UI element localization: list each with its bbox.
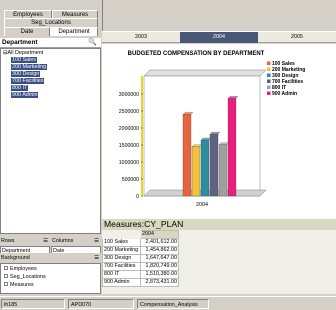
y-tick-label: 500000 xyxy=(122,177,139,183)
column-header[interactable]: 2004 xyxy=(140,230,179,239)
tab-seg-locations[interactable]: Seg_Locations xyxy=(4,18,98,27)
corner-cell xyxy=(102,230,141,239)
left-panel: Employees Measures Seg_Locations Date De… xyxy=(0,0,101,294)
columns-options-icon[interactable]: ☰ xyxy=(94,236,99,246)
tab-date[interactable]: Date xyxy=(4,27,50,36)
y-tick-label: 0 xyxy=(136,194,139,200)
year-2003[interactable]: 2003 xyxy=(102,32,180,43)
bar-800-it xyxy=(218,144,228,197)
status-report: Compensation_Analysis xyxy=(137,299,209,309)
y-tick-label: 2500000 xyxy=(119,109,139,115)
legend-swatch-200-marketing xyxy=(267,67,271,71)
tree-root[interactable]: ⊟All Department xyxy=(3,50,43,57)
background-label: Background ☰ xyxy=(0,253,101,263)
bar-900-admin xyxy=(227,98,237,197)
legend-swatch-700-facilities xyxy=(267,79,271,83)
tree-item-sales[interactable]: 100 Sales xyxy=(11,57,37,64)
rows-label: Rows ☰ xyxy=(1,236,48,246)
rows-options-icon[interactable]: ☰ xyxy=(43,236,48,246)
chart-area: BUDGETED COMPENSATION BY DEPARTMENT 30000… xyxy=(102,44,336,219)
department-tree: ⊟All Department 100 Sales 200 Marketing … xyxy=(0,48,101,234)
dimension-tabs: Employees Measures Seg_Locations Date De… xyxy=(0,0,101,37)
tree-item-it[interactable]: 800 IT xyxy=(11,85,29,92)
legend-swatch-300-design xyxy=(267,73,271,77)
y-tick-label: 2000000 xyxy=(119,126,139,132)
top-area xyxy=(102,0,336,31)
year-bar: 2003 2004 2005 xyxy=(102,31,336,43)
tree-item-marketing[interactable]: 200 Marketing xyxy=(11,64,48,71)
table-row[interactable]: 100 Sales 2,401,612.00 xyxy=(102,238,179,247)
compensation-chart: BUDGETED COMPENSATION BY DEPARTMENT 30000… xyxy=(119,51,306,208)
data-grid: 2004 100 Sales 2,401,612.00 200 Marketing… xyxy=(102,230,336,294)
legend-swatch-900-admin xyxy=(267,91,271,95)
table-row[interactable]: 900 Admin 2,873,431.00 xyxy=(102,278,179,287)
legend-swatch-800-it xyxy=(267,85,271,89)
bar-100-sales xyxy=(182,114,192,197)
checkbox-icon[interactable] xyxy=(4,266,8,270)
data-table: 2004 100 Sales 2,401,612.00 200 Marketing… xyxy=(102,230,179,287)
checkbox-icon[interactable] xyxy=(4,274,8,278)
bar-top-100-sales xyxy=(182,112,194,115)
background-item-seg-locations[interactable]: Seg_Locations xyxy=(4,274,46,281)
year-2005[interactable]: 2005 xyxy=(258,32,336,43)
chart-title: BUDGETED COMPENSATION BY DEPARTMENT xyxy=(128,51,265,57)
tab-department[interactable]: Department xyxy=(50,27,98,36)
bar-top-800-it xyxy=(218,142,230,145)
checkbox-icon[interactable] xyxy=(4,282,8,286)
tree-item-design[interactable]: 300 Design xyxy=(11,71,41,78)
legend-swatch-100-sales xyxy=(267,61,271,65)
measures-title: Measures:CY_PLAN xyxy=(102,219,336,230)
table-row[interactable]: 700 Facilities 1,820,749.00 xyxy=(102,262,179,271)
bar-700-facilities xyxy=(209,133,219,197)
department-title: Department xyxy=(2,39,38,46)
year-2004[interactable]: 2004 xyxy=(180,32,258,43)
y-tick-label: 1500000 xyxy=(119,143,139,149)
binoculars-icon[interactable]: 🔍 xyxy=(88,38,97,48)
legend-label-900-admin: 900 Admin xyxy=(272,91,297,97)
bar-top-700-facilities xyxy=(209,131,221,135)
table-row[interactable]: 800 IT 1,510,380.00 xyxy=(102,270,179,279)
bar-300-design xyxy=(200,139,210,197)
y-tick-label: 1000000 xyxy=(119,160,139,166)
table-row[interactable]: 200 Marketing 1,454,862.00 xyxy=(102,246,179,255)
background-box: Employees Seg_Locations Measures xyxy=(0,263,101,294)
columns-label: Columns ☰ xyxy=(52,236,99,246)
x-tick-label: 2004 xyxy=(196,202,208,208)
background-item-measures[interactable]: Measures xyxy=(4,282,34,289)
tree-item-admin[interactable]: 900 Admin xyxy=(11,92,39,99)
table-row[interactable]: 300 Design 1,647,647.00 xyxy=(102,254,179,263)
background-options-icon[interactable]: ☰ xyxy=(94,253,99,263)
bar-top-200-marketing xyxy=(191,144,203,147)
status-db: APD070 xyxy=(68,299,134,309)
background-item-employees[interactable]: Employees xyxy=(4,266,37,273)
bar-top-300-design xyxy=(200,137,212,141)
tree-item-facilities[interactable]: 700 Facilities xyxy=(11,78,45,85)
status-bar: ih185 APD070 Compensation_Analysis xyxy=(0,296,336,310)
department-header: Department 🔍 xyxy=(0,38,101,48)
plot-top-wall xyxy=(143,69,267,77)
bar-top-900-admin xyxy=(227,96,239,99)
status-host: ih185 xyxy=(1,299,65,309)
bar-200-marketing xyxy=(191,146,201,197)
y-tick-label: 3000000 xyxy=(119,92,139,98)
